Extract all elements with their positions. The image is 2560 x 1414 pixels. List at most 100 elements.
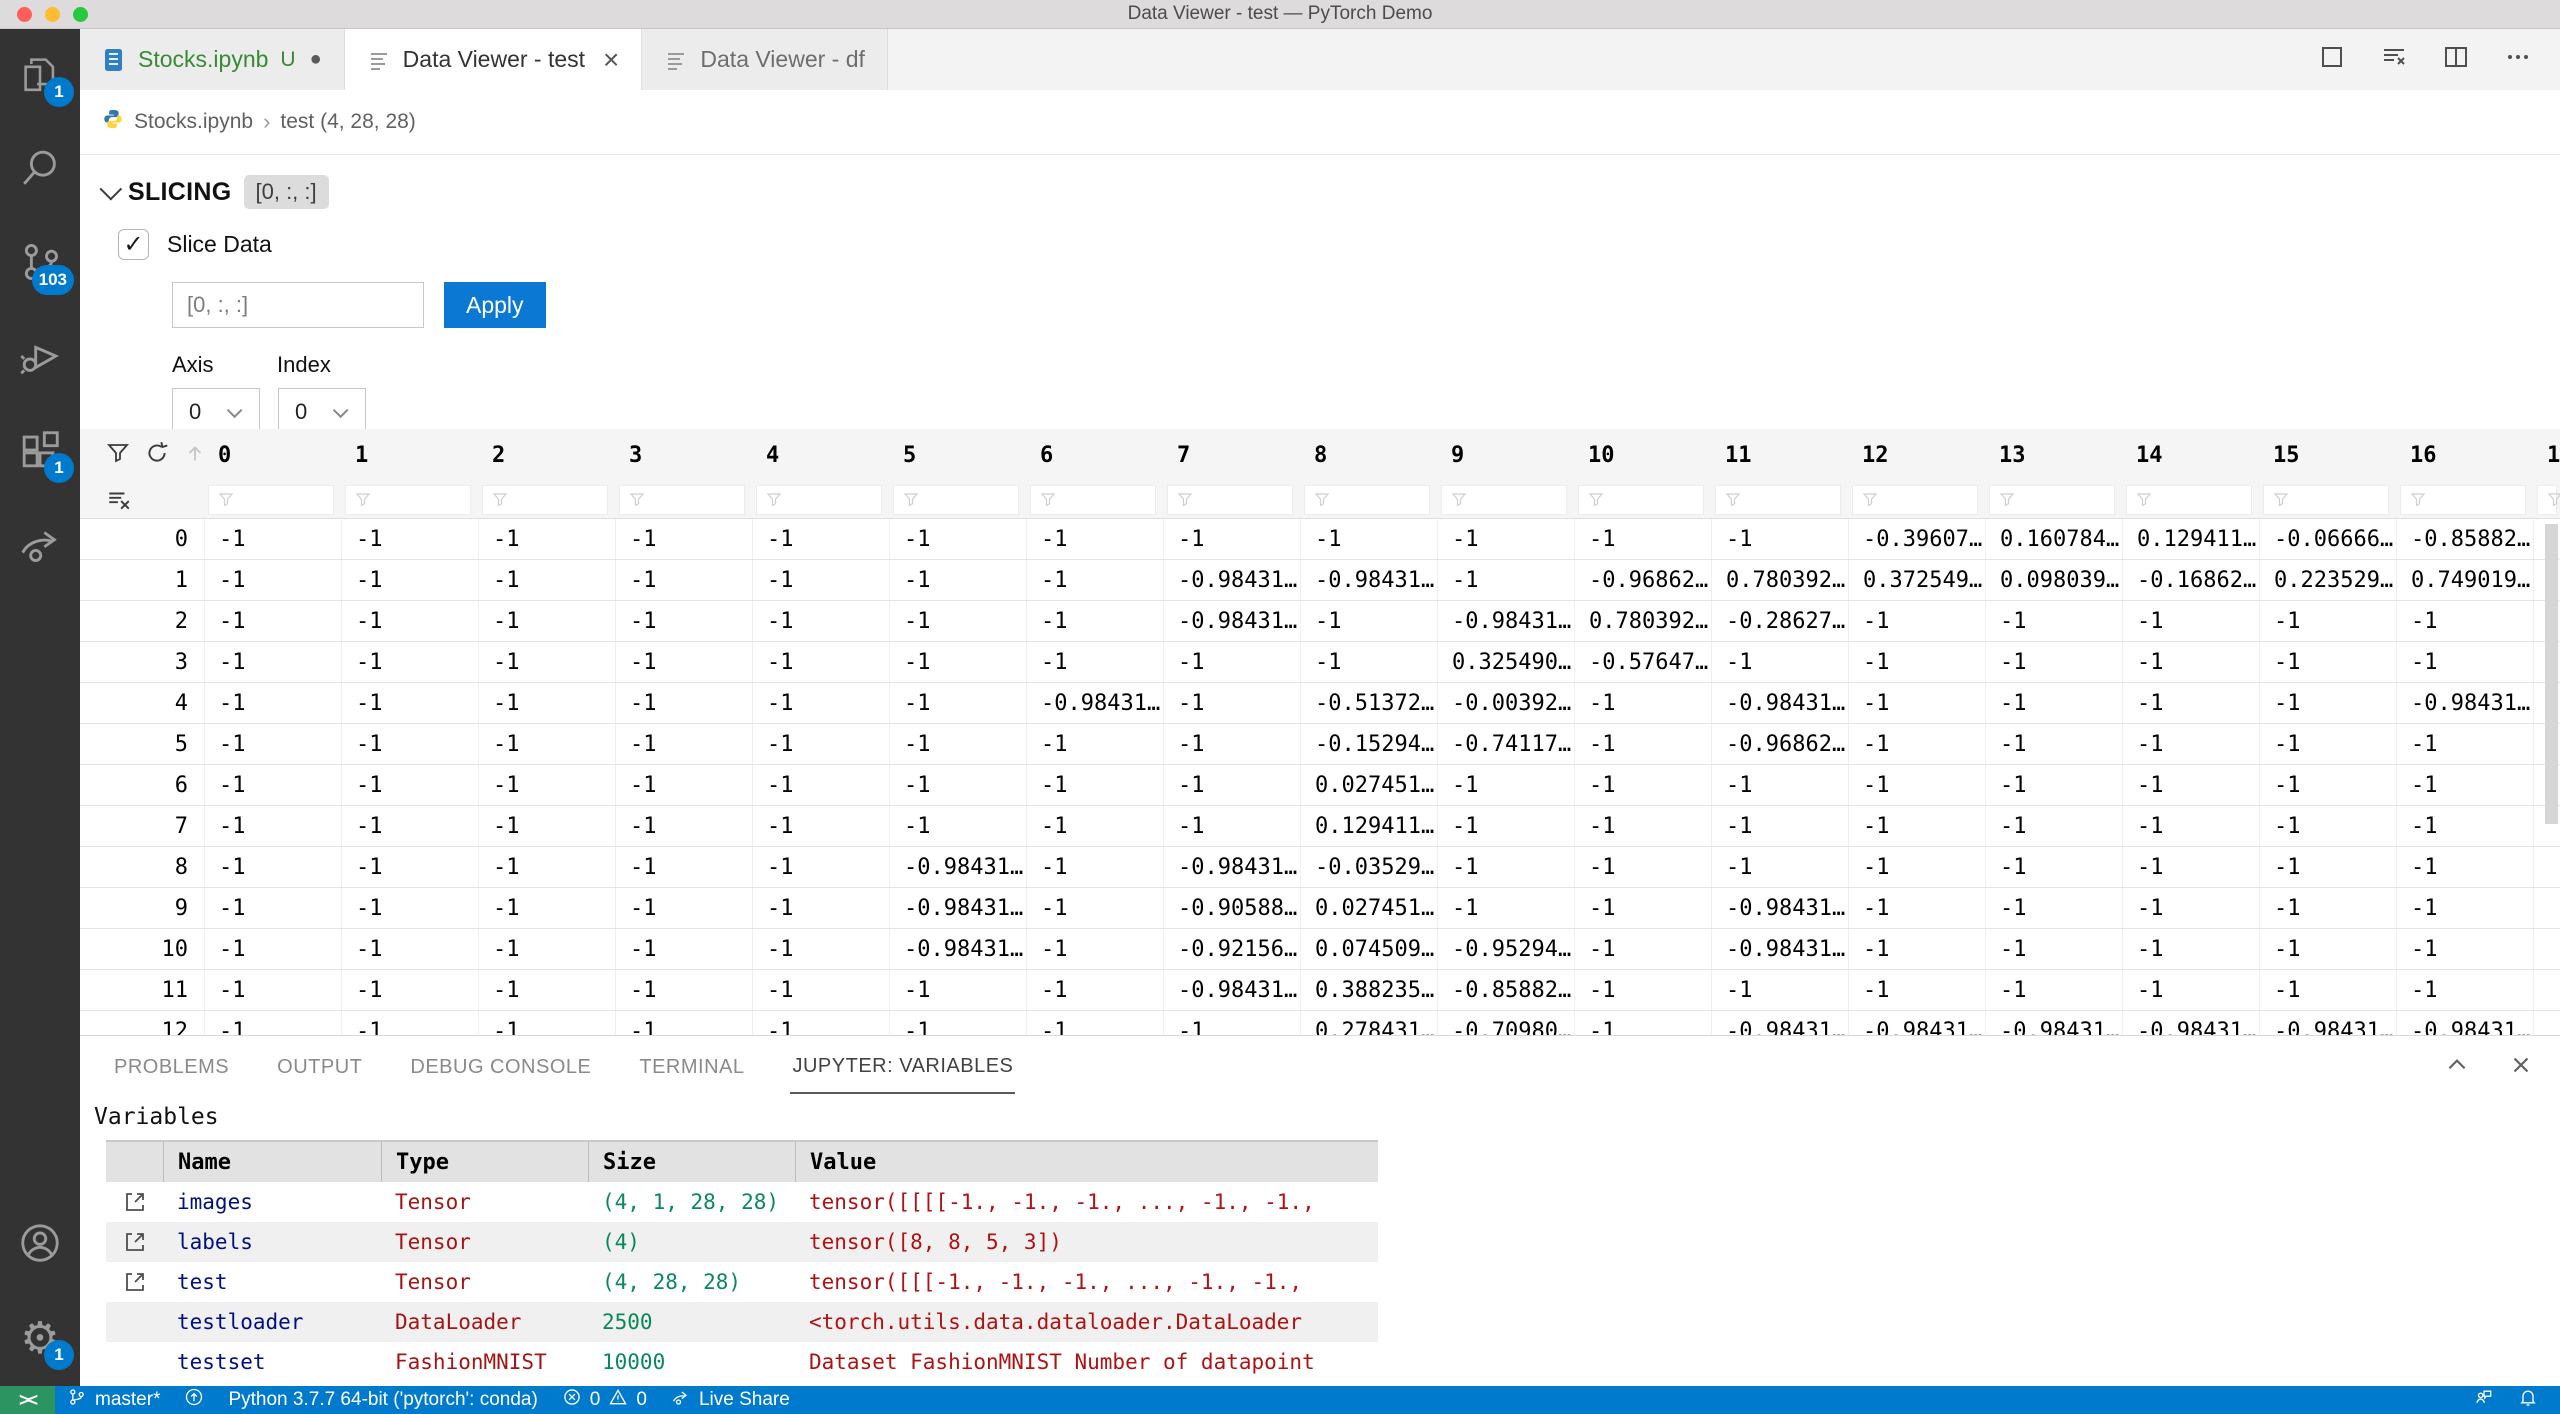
column-filter-input[interactable] bbox=[2263, 485, 2389, 515]
grid-column-header[interactable]: 2 bbox=[478, 443, 615, 468]
column-header-type[interactable]: Type bbox=[381, 1142, 588, 1182]
grid-column-header[interactable]: 7 bbox=[1163, 443, 1300, 468]
column-filter-input[interactable] bbox=[1715, 485, 1841, 515]
apply-button[interactable]: Apply bbox=[444, 282, 546, 328]
grid-column-header[interactable]: 14 bbox=[2122, 443, 2259, 468]
open-in-data-viewer-icon[interactable] bbox=[106, 1229, 163, 1255]
variable-row[interactable]: imagesTensor(4, 1, 28, 28)tensor([[[[-1.… bbox=[106, 1182, 1378, 1222]
variable-row[interactable]: testloaderDataLoader2500<torch.utils.dat… bbox=[106, 1302, 1378, 1342]
variable-size: (4, 28, 28) bbox=[588, 1270, 795, 1294]
problems-status[interactable]: 0 0 bbox=[550, 1386, 659, 1414]
panel-tab-problems[interactable]: PROBLEMS bbox=[112, 1042, 231, 1093]
column-filter-input[interactable] bbox=[1304, 485, 1430, 515]
grid-column-header[interactable]: 9 bbox=[1437, 443, 1574, 468]
panel-tab-debug-console[interactable]: DEBUG CONSOLE bbox=[408, 1042, 593, 1093]
column-filter-input[interactable] bbox=[482, 485, 608, 515]
column-filter-input[interactable] bbox=[893, 485, 1019, 515]
variable-row[interactable]: labelsTensor(4)tensor([8, 8, 5, 3]) bbox=[106, 1222, 1378, 1262]
sidebar-item-search[interactable] bbox=[0, 123, 80, 217]
grid-cell: -1 bbox=[2396, 970, 2533, 1010]
column-filter-input[interactable] bbox=[756, 485, 882, 515]
panel-tab-jupyter-variables[interactable]: JUPYTER: VARIABLES bbox=[790, 1041, 1015, 1094]
variable-row[interactable]: testTensor(4, 28, 28)tensor([[[-1., -1.,… bbox=[106, 1262, 1378, 1302]
grid-column-header[interactable]: 17 bbox=[2533, 443, 2560, 468]
column-filter-input[interactable] bbox=[1852, 485, 1978, 515]
column-filter-input[interactable] bbox=[2400, 485, 2526, 515]
grid-column-header[interactable]: 6 bbox=[1026, 443, 1163, 468]
sidebar-item-run-debug[interactable] bbox=[0, 311, 80, 405]
grid-column-header[interactable]: 5 bbox=[889, 443, 1026, 468]
column-filter-input[interactable] bbox=[2537, 485, 2557, 515]
grid-column-header[interactable]: 15 bbox=[2259, 443, 2396, 468]
column-filter-input[interactable] bbox=[1167, 485, 1293, 515]
open-changes-icon[interactable] bbox=[2318, 43, 2346, 76]
open-in-data-viewer-icon[interactable] bbox=[106, 1189, 163, 1215]
sidebar-item-settings[interactable]: ⚙ 1 bbox=[0, 1292, 80, 1386]
grid-cell: -0.95294… bbox=[1437, 929, 1574, 969]
close-panel-icon[interactable] bbox=[2508, 1052, 2534, 1083]
sidebar-item-account[interactable] bbox=[0, 1198, 80, 1292]
column-filter-input[interactable] bbox=[1030, 485, 1156, 515]
grid-column-header[interactable]: 11 bbox=[1711, 443, 1848, 468]
open-in-data-viewer-icon[interactable] bbox=[106, 1269, 163, 1295]
sidebar-item-explorer[interactable]: 1 bbox=[0, 29, 80, 123]
split-editor-icon[interactable] bbox=[2442, 43, 2470, 76]
grid-column-header[interactable]: 0 bbox=[204, 443, 341, 468]
filter-icon[interactable] bbox=[106, 441, 130, 470]
clear-list-icon[interactable] bbox=[2380, 43, 2408, 76]
grid-column-header[interactable]: 12 bbox=[1848, 443, 1985, 468]
more-actions-icon[interactable] bbox=[2504, 43, 2532, 76]
grid-cell: -1 bbox=[752, 601, 889, 641]
slice-data-checkbox[interactable]: ✓ bbox=[118, 229, 149, 260]
tab-stocks-ipynb[interactable]: Stocks.ipynbU● bbox=[80, 29, 345, 90]
sidebar-item-source-control[interactable]: 103 bbox=[0, 217, 80, 311]
python-interpreter-status[interactable]: Python 3.7.7 64-bit ('pytorch': conda) bbox=[216, 1386, 549, 1414]
tab-data-viewer-test[interactable]: Data Viewer - test× bbox=[345, 29, 643, 90]
sidebar-item-live-share[interactable] bbox=[0, 499, 80, 593]
breadcrumb-item[interactable]: test (4, 28, 28) bbox=[280, 110, 415, 134]
grid-column-header[interactable]: 13 bbox=[1985, 443, 2122, 468]
column-header-name[interactable]: Name bbox=[163, 1142, 381, 1182]
slice-expression-input[interactable]: [0, :, :] bbox=[172, 282, 424, 328]
chevron-down-icon[interactable] bbox=[100, 178, 123, 201]
refresh-icon[interactable] bbox=[144, 440, 170, 471]
live-share-status[interactable]: Live Share bbox=[659, 1386, 802, 1414]
publish-changes-button[interactable] bbox=[172, 1386, 216, 1414]
column-header-size[interactable]: Size bbox=[588, 1142, 795, 1182]
feedback-button[interactable] bbox=[2462, 1387, 2506, 1413]
panel-tab-terminal[interactable]: TERMINAL bbox=[637, 1042, 746, 1093]
column-filter-input[interactable] bbox=[1578, 485, 1704, 515]
grid-column-header[interactable]: 4 bbox=[752, 443, 889, 468]
slicing-section-title[interactable]: SLICING bbox=[128, 178, 232, 207]
grid-cell: -0.06666… bbox=[2259, 519, 2396, 559]
column-filter-input[interactable] bbox=[208, 485, 334, 515]
vertical-scrollbar[interactable] bbox=[2545, 524, 2558, 824]
column-filter-input[interactable] bbox=[1989, 485, 2115, 515]
column-filter-input[interactable] bbox=[619, 485, 745, 515]
close-tab-icon[interactable]: × bbox=[603, 46, 619, 74]
grid-filter-cell bbox=[204, 485, 341, 515]
grid-cell: -1 bbox=[752, 765, 889, 805]
grid-column-header[interactable]: 10 bbox=[1574, 443, 1711, 468]
column-filter-input[interactable] bbox=[2126, 485, 2252, 515]
panel-tab-output[interactable]: OUTPUT bbox=[275, 1042, 364, 1093]
grid-column-header[interactable]: 1 bbox=[341, 443, 478, 468]
column-filter-input[interactable] bbox=[1441, 485, 1567, 515]
tab-data-viewer-df[interactable]: Data Viewer - df bbox=[642, 29, 887, 90]
notifications-button[interactable] bbox=[2506, 1387, 2550, 1413]
git-branch-status[interactable]: master* bbox=[55, 1386, 172, 1414]
breadcrumb-file[interactable]: Stocks.ipynb bbox=[134, 110, 253, 134]
grid-cell: -1 bbox=[204, 560, 341, 600]
grid-column-header[interactable]: 16 bbox=[2396, 443, 2533, 468]
column-header-value[interactable]: Value bbox=[795, 1142, 1378, 1182]
variable-type: Tensor bbox=[381, 1190, 588, 1214]
variable-row[interactable]: testsetFashionMNIST10000Dataset FashionM… bbox=[106, 1342, 1378, 1382]
grid-column-header[interactable]: 8 bbox=[1300, 443, 1437, 468]
column-filter-input[interactable] bbox=[345, 485, 471, 515]
collapse-panel-icon[interactable] bbox=[2444, 1052, 2470, 1083]
remote-indicator[interactable]: >< bbox=[0, 1386, 55, 1414]
sort-up-icon[interactable] bbox=[184, 442, 206, 469]
clear-filters-icon[interactable] bbox=[80, 487, 204, 513]
grid-column-header[interactable]: 3 bbox=[615, 443, 752, 468]
sidebar-item-extensions[interactable]: 1 bbox=[0, 405, 80, 499]
